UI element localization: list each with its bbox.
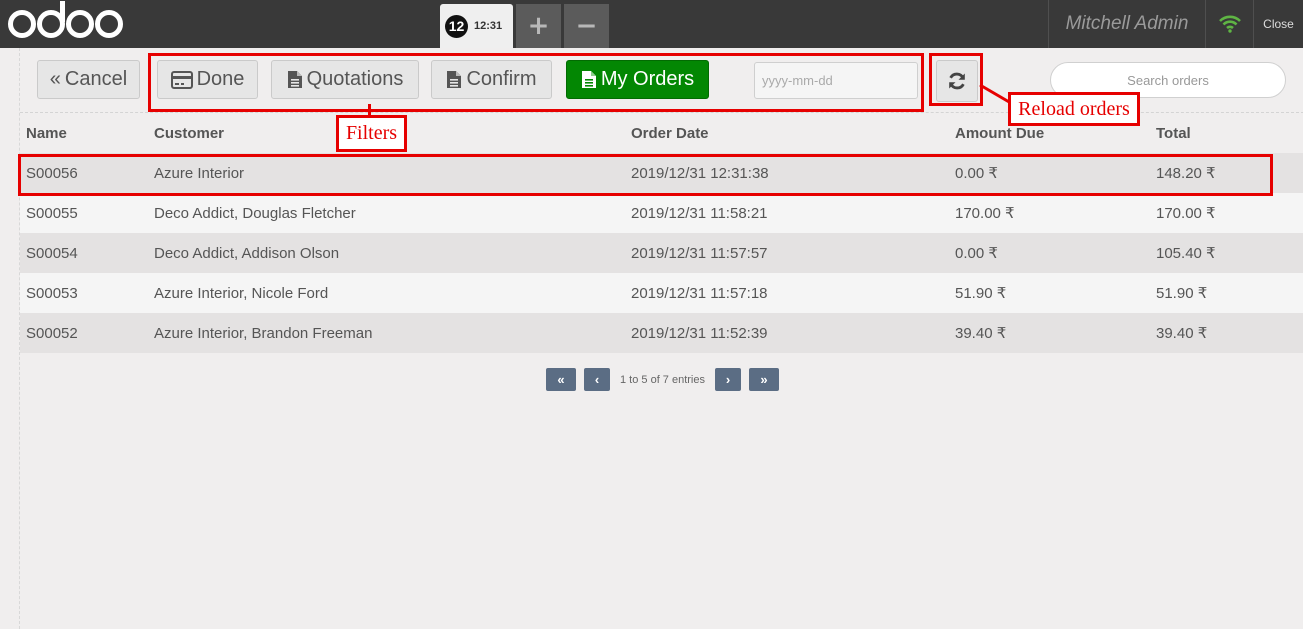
odoo-logo [8, 1, 123, 42]
cancel-label: Cancel [64, 68, 128, 90]
order-amount-due: 39.40 ₹ [955, 325, 1007, 342]
orders-screen: « Cancel Done Quotations Confirm My Orde… [19, 48, 1303, 629]
order-date: 2019/12/31 11:58:21 [631, 204, 768, 222]
order-customer: Azure Interior, Brandon Freeman [154, 324, 373, 342]
first-page-button[interactable]: « [546, 368, 576, 391]
user-name: Mitchell Admin [1048, 0, 1206, 48]
last-page-button[interactable]: » [749, 368, 779, 391]
order-total: 170.00 ₹ [1156, 205, 1216, 222]
order-total: 51.90 ₹ [1156, 285, 1208, 302]
order-tab[interactable]: 12 12:31 [440, 4, 513, 48]
orders-table: Name Customer Order Date Amount Due Tota… [20, 114, 1303, 353]
reload-annotation-label: Reload orders [1008, 92, 1140, 126]
order-total: 105.40 ₹ [1156, 245, 1216, 262]
order-amount-due: 0.00 ₹ [955, 245, 998, 262]
filters-annotation-label: Filters [336, 115, 407, 152]
order-amount-due: 170.00 ₹ [955, 205, 1015, 222]
reload-highlight-box [929, 53, 983, 106]
order-total: 39.40 ₹ [1156, 325, 1208, 342]
column-header-order-date: Order Date [625, 114, 949, 153]
wifi-icon [1206, 0, 1254, 48]
pos-topbar: 12 12:31 + − Mitchell Admin Close [0, 0, 1303, 48]
order-number-badge: 12 [445, 14, 468, 38]
next-page-button[interactable]: › [715, 368, 741, 391]
filters-highlight-box [148, 53, 924, 112]
remove-order-button[interactable]: − [564, 4, 609, 48]
pagination: « ‹ 1 to 5 of 7 entries › » [546, 368, 779, 391]
double-chevron-left-icon: « [49, 68, 61, 90]
close-button[interactable]: Close [1254, 0, 1303, 48]
selected-row-highlight-box [18, 154, 1273, 196]
prev-page-button[interactable]: ‹ [584, 368, 610, 391]
table-row[interactable]: S00054 Deco Addict, Addison Olson 2019/1… [20, 233, 1303, 273]
column-header-name: Name [20, 114, 148, 153]
order-customer: Azure Interior, Nicole Ford [154, 284, 329, 302]
order-name: S00052 [26, 324, 78, 342]
table-row[interactable]: S00055 Deco Addict, Douglas Fletcher 201… [20, 193, 1303, 233]
order-name: S00053 [26, 284, 78, 302]
add-order-button[interactable]: + [516, 4, 561, 48]
order-time: 12:31 [474, 20, 503, 32]
order-customer: Deco Addict, Douglas Fletcher [154, 204, 356, 222]
order-customer: Deco Addict, Addison Olson [154, 244, 340, 262]
order-date: 2019/12/31 11:57:57 [631, 244, 768, 262]
table-row[interactable]: S00053 Azure Interior, Nicole Ford 2019/… [20, 273, 1303, 313]
order-date: 2019/12/31 11:52:39 [631, 324, 768, 342]
order-name: S00055 [26, 204, 78, 222]
pager-info: 1 to 5 of 7 entries [620, 373, 705, 386]
table-row[interactable]: S00052 Azure Interior, Brandon Freeman 2… [20, 313, 1303, 353]
order-name: S00054 [26, 244, 78, 262]
cancel-button[interactable]: « Cancel [37, 60, 140, 99]
column-header-total: Total [1150, 114, 1303, 153]
order-date: 2019/12/31 11:57:18 [631, 284, 768, 302]
order-amount-due: 51.90 ₹ [955, 285, 1007, 302]
